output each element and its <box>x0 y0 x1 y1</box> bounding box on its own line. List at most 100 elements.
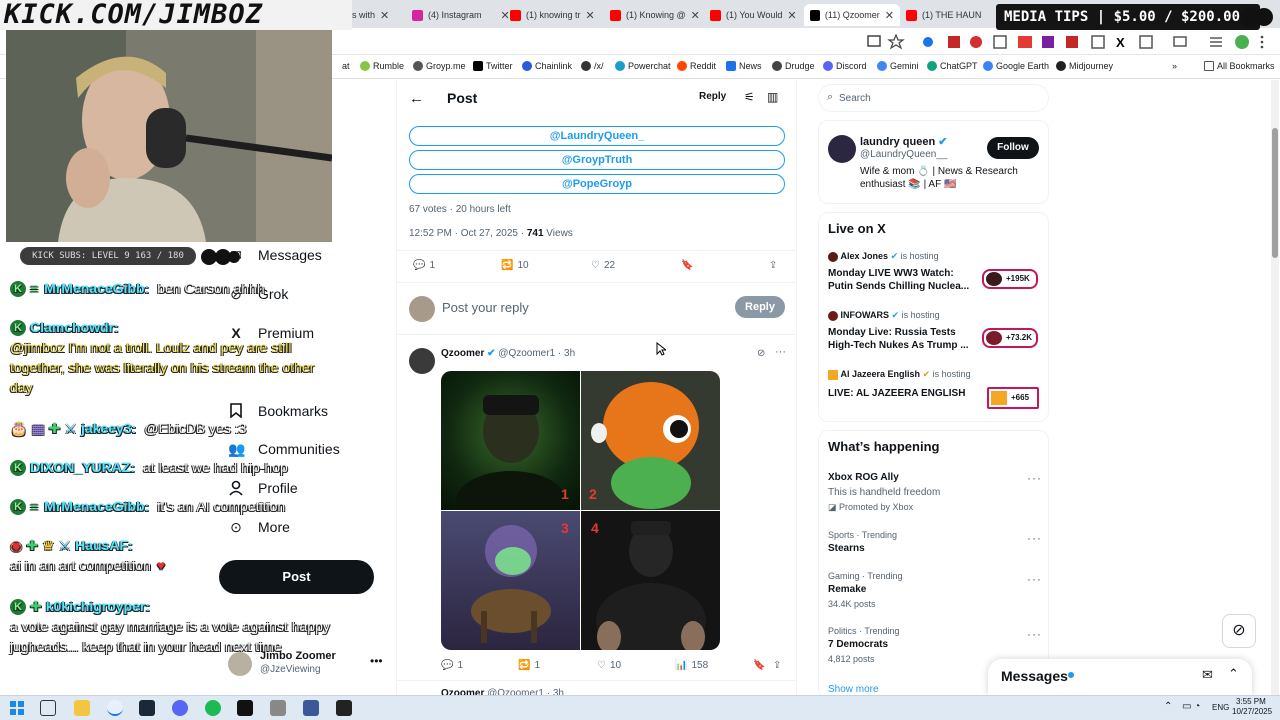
more-dots-icon[interactable]: ··· <box>775 346 786 358</box>
nav-communities[interactable]: 👥 Communities <box>228 441 340 457</box>
extension-icons[interactable]: X <box>866 34 1266 50</box>
search-input[interactable]: Search <box>839 93 871 104</box>
bookmark-powerchat[interactable]: Powerchat <box>615 61 671 71</box>
language-indicator[interactable]: ENG <box>1212 703 1229 712</box>
tweet-image-grid[interactable]: 1 2 3 4 <box>441 371 720 650</box>
bookmark[interactable]: at <box>342 61 350 71</box>
chrome-icon[interactable] <box>107 700 123 716</box>
tweet-image[interactable]: 2 <box>581 371 720 510</box>
scrollbar-thumb[interactable] <box>1272 128 1278 258</box>
bookmark-drudge[interactable]: Drudge <box>772 61 815 71</box>
close-icon[interactable]: ✕ <box>691 9 700 22</box>
live-listeners[interactable]: +73.2K <box>982 328 1038 348</box>
trend-topic[interactable]: Stearns <box>828 543 865 554</box>
views-action[interactable]: 📊 158 <box>675 660 708 671</box>
browser-tab[interactable]: (1) knowing tr ✕ <box>510 4 602 26</box>
avatar[interactable] <box>409 348 435 374</box>
like-action[interactable]: ♡ 22 <box>591 260 615 271</box>
filter-icon[interactable]: ⚟ <box>744 90 755 104</box>
browser-tab[interactable]: s with ✕ <box>352 4 389 26</box>
live-host[interactable]: INFOWARS ✔ is hosting <box>828 310 940 321</box>
steam-icon[interactable] <box>139 700 155 716</box>
task-view-icon[interactable] <box>40 700 56 716</box>
browser-tab-active[interactable]: (11) Qzoomer ✕ <box>804 4 900 26</box>
app-icon[interactable] <box>303 700 319 716</box>
tweet-image[interactable]: 1 <box>441 371 580 510</box>
poll-option[interactable]: @GroypTruth <box>409 150 785 170</box>
reply-action[interactable]: 💬 1 <box>413 260 435 271</box>
reply-submit-button[interactable]: Reply <box>735 296 785 318</box>
bookmark-action[interactable]: 🔖 <box>753 660 765 671</box>
live-listeners[interactable]: +665 <box>987 387 1039 409</box>
bookmark-chatgpt[interactable]: ChatGPT <box>927 61 978 71</box>
bookmark-reddit[interactable]: Reddit <box>677 61 716 71</box>
bookmark-groyp[interactable]: Groyp.me <box>413 61 466 71</box>
close-icon[interactable]: ✕ <box>380 9 389 22</box>
share-action[interactable]: ⇪ <box>773 660 781 671</box>
back-arrow-icon[interactable]: ← <box>409 90 424 107</box>
search-box[interactable]: ⌕ Search <box>818 84 1049 112</box>
poll-option[interactable]: @LaundryQueen_ <box>409 126 785 146</box>
more-dots-icon[interactable]: ··· <box>1027 627 1042 641</box>
live-host[interactable]: Alex Jones ✔ is hosting <box>828 251 939 262</box>
more-dots-icon[interactable]: ··· <box>1027 572 1042 586</box>
repost-action[interactable]: 🔁 1 <box>518 660 540 671</box>
terminal-icon[interactable] <box>237 700 253 716</box>
app-icon[interactable] <box>270 700 286 716</box>
clock-time[interactable]: 3:55 PM <box>1236 697 1266 706</box>
bookmark-x[interactable]: /x/ <box>581 61 604 71</box>
close-icon[interactable]: ✕ <box>586 9 595 22</box>
windows-start-icon[interactable] <box>10 701 24 715</box>
file-explorer-icon[interactable] <box>74 700 90 716</box>
reply-action[interactable]: 💬 1 <box>441 660 463 671</box>
live-host[interactable]: Al Jazeera English ✔ is hosting <box>828 369 971 380</box>
browser-tab[interactable]: (1) You Would ✕ <box>710 4 802 26</box>
close-icon[interactable]: ✕ <box>501 9 510 22</box>
trend-topic[interactable]: Remake <box>828 584 866 595</box>
show-more-link[interactable]: Show more <box>828 684 879 695</box>
nav-bookmarks[interactable]: Bookmarks <box>228 403 328 419</box>
obs-icon[interactable] <box>336 700 352 716</box>
poll-option[interactable]: @PopeGroyp <box>409 174 785 194</box>
scrollbar[interactable] <box>1271 80 1279 695</box>
bookmark-twitter[interactable]: Twitter <box>473 61 513 71</box>
live-title[interactable]: Monday Live: Russia Tests High-Tech Nuke… <box>828 326 973 352</box>
bookmark-action[interactable]: 🔖 <box>681 260 693 271</box>
trend-topic[interactable]: 7 Democrats <box>828 639 888 650</box>
like-action[interactable]: ♡ 10 <box>597 660 621 671</box>
bookmark-chainlink[interactable]: Chainlink <box>522 61 572 71</box>
avatar[interactable] <box>828 135 856 163</box>
tray-icons[interactable]: ▭ ◔ <box>1182 701 1200 712</box>
close-icon[interactable]: ✕ <box>787 9 796 22</box>
bookmark-news[interactable]: News <box>726 61 762 71</box>
tray-chevron-icon[interactable]: ⌃ <box>1164 701 1172 712</box>
chevron-up-icon[interactable]: ⌃ <box>1228 666 1239 682</box>
live-title[interactable]: Monday LIVE WW3 Watch: Putin Sends Chill… <box>828 267 973 293</box>
spotify-icon[interactable] <box>205 700 221 716</box>
browser-tab[interactable]: (1) THE HAUN <box>906 4 992 26</box>
repost-action[interactable]: 🔁 10 <box>501 260 529 271</box>
compose-message-icon[interactable]: ✉ <box>1202 667 1213 683</box>
browser-tab[interactable]: (1) Knowing @ ✕ <box>610 4 702 26</box>
discord-icon[interactable] <box>172 700 188 716</box>
browser-tab[interactable]: (4) Instagram ✕ <box>412 4 510 26</box>
grok-icon[interactable]: ⊘ <box>1222 614 1256 648</box>
nav-messages[interactable]: ✉Messages <box>228 247 322 263</box>
tweet-image[interactable]: 4 <box>581 511 720 650</box>
follow-button[interactable]: Follow <box>987 137 1039 159</box>
more-dots-icon[interactable]: ••• <box>370 654 383 668</box>
reply-input[interactable]: Post your reply <box>442 300 529 315</box>
clock-date[interactable]: 10/27/2025 <box>1232 707 1272 716</box>
bookmark-midjourney[interactable]: Midjourney <box>1056 61 1113 71</box>
tweet-image[interactable]: 3 <box>441 511 580 650</box>
profile-name[interactable]: laundry queen ✔ <box>860 135 947 148</box>
nav-more[interactable]: ⊙ More <box>228 519 290 535</box>
close-icon[interactable]: ✕ <box>885 9 894 22</box>
more-dots-icon[interactable]: ··· <box>1027 531 1042 545</box>
reply-header-button[interactable]: Reply <box>699 91 726 102</box>
all-bookmarks[interactable]: All Bookmarks <box>1204 61 1275 71</box>
more-dots-icon[interactable]: ··· <box>1027 471 1042 485</box>
nav-profile[interactable]: Profile <box>228 480 298 496</box>
bookmark-google-earth[interactable]: Google Earth <box>983 61 1049 71</box>
reader-view-icon[interactable]: ▥ <box>767 90 778 104</box>
